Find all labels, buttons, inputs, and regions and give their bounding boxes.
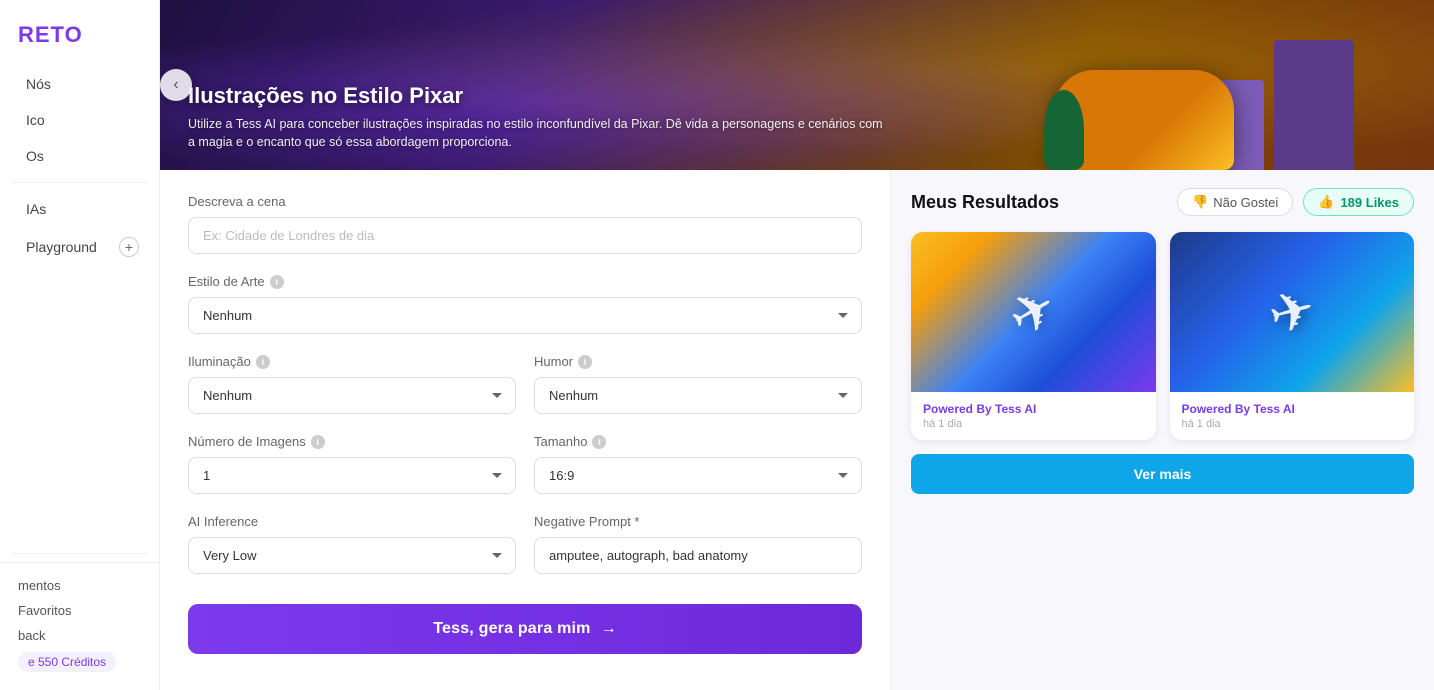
results-panel: Meus Resultados 👎 Não Gostei 👍 189 Likes: [890, 170, 1434, 690]
sidebar-ias-label: IAs: [26, 201, 46, 217]
form-panel: Descreva a cena Estilo de Arte i Nenhum: [160, 170, 890, 690]
mood-group: Humor i Nenhum: [534, 354, 862, 434]
content-area: Descreva a cena Estilo de Arte i Nenhum: [160, 170, 1434, 690]
sidebar-item-ias[interactable]: IAs: [8, 192, 151, 226]
num-images-size-row: Número de Imagens i 1 Tamanho i: [188, 434, 862, 514]
scene-input[interactable]: [188, 217, 862, 254]
sidebar-item-label: Ico: [26, 112, 45, 128]
arrow-right-icon: →: [601, 620, 617, 638]
mood-select[interactable]: Nenhum: [534, 377, 862, 414]
inference-negative-row: AI Inference Very Low Negative Prompt *: [188, 514, 862, 594]
result-brand-1: Powered By Tess AI: [923, 402, 1144, 416]
scene-field-group: Descreva a cena: [188, 194, 862, 254]
art-style-group: Estilo de Arte i Nenhum: [188, 274, 862, 334]
like-label: 189 Likes: [1340, 195, 1399, 210]
num-images-info-icon[interactable]: i: [311, 435, 325, 449]
main-content: ‹ Ilustrações no Estilo Pixar Utilize a …: [160, 0, 1434, 690]
num-images-label: Número de Imagens i: [188, 434, 516, 449]
results-grid: Powered By Tess AI há 1 dia Powered By T…: [911, 232, 1414, 440]
lighting-group: Iluminação i Nenhum: [188, 354, 516, 434]
size-group: Tamanho i 16:9: [534, 434, 862, 514]
num-images-group: Número de Imagens i 1: [188, 434, 516, 514]
results-more-button[interactable]: Ver mais: [911, 454, 1414, 494]
mood-label: Humor i: [534, 354, 862, 369]
sidebar-item-nos[interactable]: Nós: [8, 67, 151, 101]
hero-title: Ilustrações no Estilo Pixar: [188, 83, 1406, 109]
results-actions: 👎 Não Gostei 👍 189 Likes: [1177, 188, 1414, 216]
app-logo: RETO: [0, 0, 159, 66]
hero-banner: ‹ Ilustrações no Estilo Pixar Utilize a …: [160, 0, 1434, 170]
results-header: Meus Resultados 👎 Não Gostei 👍 189 Likes: [911, 188, 1414, 216]
result-image-1: [911, 232, 1156, 392]
dislike-label: Não Gostei: [1213, 195, 1278, 210]
sidebar-item-favoritos[interactable]: Favoritos: [18, 598, 141, 623]
sidebar-item-mentos[interactable]: mentos: [18, 573, 141, 598]
sidebar-item-ico[interactable]: Ico: [8, 103, 151, 137]
hero-prev-button[interactable]: ‹: [160, 69, 192, 101]
sidebar-section-main: Nós Ico Os: [0, 66, 159, 174]
sidebar: RETO Nós Ico Os IAs Playground +: [0, 0, 160, 690]
results-title: Meus Resultados: [911, 192, 1059, 213]
dislike-button[interactable]: 👎 Não Gostei: [1177, 188, 1293, 216]
lighting-label: Iluminação i: [188, 354, 516, 369]
result-info-1: Powered By Tess AI há 1 dia: [911, 392, 1156, 440]
negative-prompt-input[interactable]: [534, 537, 862, 574]
lighting-mood-row: Iluminação i Nenhum Humor i: [188, 354, 862, 434]
art-style-info-icon[interactable]: i: [270, 275, 284, 289]
sidebar-item-label: Nós: [26, 76, 51, 92]
lighting-select[interactable]: Nenhum: [188, 377, 516, 414]
chevron-left-icon: ‹: [173, 76, 178, 94]
playground-add-button[interactable]: +: [119, 237, 139, 257]
sidebar-divider-1: [12, 182, 147, 183]
negative-prompt-label: Negative Prompt *: [534, 514, 862, 529]
hero-description: Utilize a Tess AI para conceber ilustraç…: [188, 115, 888, 153]
result-card-2: Powered By Tess AI há 1 dia: [1170, 232, 1415, 440]
thumbs-up-icon: 👍: [1318, 194, 1334, 210]
result-card-1: Powered By Tess AI há 1 dia: [911, 232, 1156, 440]
thumbs-down-icon: 👎: [1192, 194, 1208, 210]
lighting-info-icon[interactable]: i: [256, 355, 270, 369]
result-time-2: há 1 dia: [1182, 418, 1403, 430]
art-style-label: Estilo de Arte i: [188, 274, 862, 289]
mood-info-icon[interactable]: i: [578, 355, 592, 369]
inference-label: AI Inference: [188, 514, 516, 529]
result-info-2: Powered By Tess AI há 1 dia: [1170, 392, 1415, 440]
size-info-icon[interactable]: i: [592, 435, 606, 449]
sidebar-playground-label: Playground: [26, 239, 97, 255]
sidebar-item-back[interactable]: back: [18, 623, 141, 648]
inference-group: AI Inference Very Low: [188, 514, 516, 594]
negative-prompt-group: Negative Prompt *: [534, 514, 862, 594]
result-time-1: há 1 dia: [923, 418, 1144, 430]
sidebar-footer: mentos Favoritos back e 550 Créditos: [0, 562, 159, 690]
size-select[interactable]: 16:9: [534, 457, 862, 494]
sidebar-section-ia: IAs Playground +: [0, 191, 159, 267]
inference-select[interactable]: Very Low: [188, 537, 516, 574]
sidebar-divider-2: [12, 553, 147, 554]
sidebar-item-label: Os: [26, 148, 44, 164]
generate-button[interactable]: Tess, gera para mim →: [188, 604, 862, 654]
like-button[interactable]: 👍 189 Likes: [1303, 188, 1414, 216]
result-brand-2: Powered By Tess AI: [1182, 402, 1403, 416]
sidebar-nav: Nós Ico Os IAs Playground + mentos: [0, 66, 159, 690]
num-images-select[interactable]: 1: [188, 457, 516, 494]
art-style-select[interactable]: Nenhum: [188, 297, 862, 334]
result-image-2: [1170, 232, 1415, 392]
hero-text-area: Ilustrações no Estilo Pixar Utilize a Te…: [160, 83, 1434, 153]
generate-button-label: Tess, gera para mim: [433, 620, 590, 638]
sidebar-item-playground[interactable]: Playground +: [8, 228, 151, 266]
size-label: Tamanho i: [534, 434, 862, 449]
sidebar-item-os[interactable]: Os: [8, 139, 151, 173]
credits-badge: e 550 Créditos: [18, 652, 116, 672]
scene-label: Descreva a cena: [188, 194, 862, 209]
